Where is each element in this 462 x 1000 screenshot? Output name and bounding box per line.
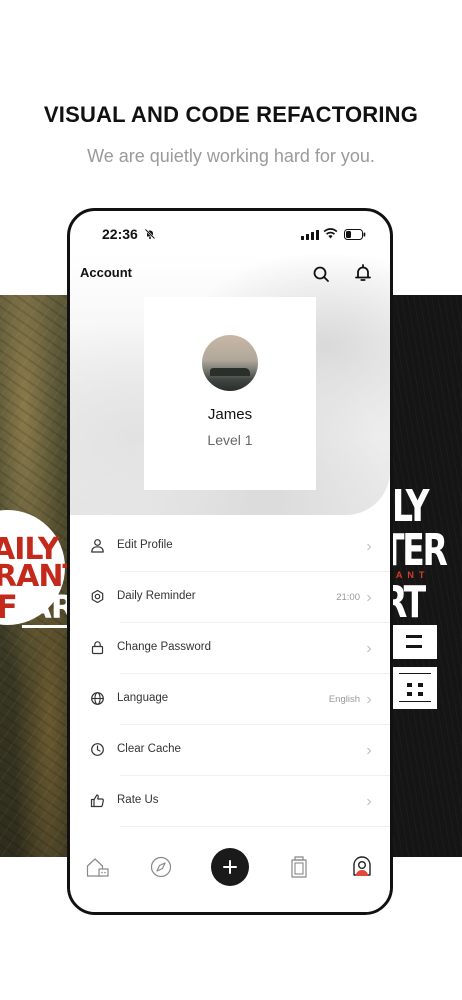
- settings-menu: Edit Profile Daily Reminder 21:00 Change…: [70, 521, 390, 827]
- right-poster-artwork: ILY TER TANT RT: [390, 295, 462, 857]
- menu-item-clear-cache[interactable]: Clear Cache: [70, 725, 390, 776]
- search-icon[interactable]: [310, 263, 332, 285]
- profile-card[interactable]: James Level 1: [144, 297, 316, 490]
- menu-item-label: Daily Reminder: [117, 590, 196, 602]
- bag-icon[interactable]: [286, 854, 312, 880]
- menu-item-edit-profile[interactable]: Edit Profile: [70, 521, 390, 572]
- menu-item-label: Edit Profile: [117, 539, 173, 551]
- menu-item-language[interactable]: Language English: [70, 674, 390, 725]
- home-icon[interactable]: [85, 854, 111, 880]
- user-name: James: [207, 406, 253, 423]
- user-icon: [91, 539, 104, 553]
- status-time: 22:36: [102, 226, 138, 242]
- chevron-right-icon: [367, 645, 372, 653]
- page-title: Account: [80, 265, 132, 280]
- phone-mockup: 22:36 Account James Level 1 Edit Profile…: [67, 208, 393, 915]
- promo-headline: VISUAL AND CODE REFACTORING: [43, 102, 419, 127]
- globe-icon: [91, 692, 104, 705]
- chevron-right-icon: [367, 798, 372, 806]
- app-store-screenshot: VISUAL AND CODE REFACTORING We are quiet…: [0, 0, 462, 1000]
- chevron-right-icon: [367, 696, 372, 704]
- battery-icon: [344, 229, 366, 240]
- avatar[interactable]: [202, 335, 258, 391]
- cellular-signal-icon: [301, 230, 319, 240]
- profile-icon[interactable]: [349, 854, 375, 880]
- clock-icon: [91, 743, 104, 756]
- chevron-right-icon: [367, 747, 372, 755]
- wifi-icon: [323, 228, 338, 239]
- menu-item-label: Clear Cache: [117, 743, 181, 755]
- poster-right-line2: TER: [390, 525, 448, 576]
- poster-left-line3-red: F: [0, 588, 18, 626]
- promo-subline: We are quietly working hard for you.: [87, 146, 375, 166]
- menu-item-value: English: [328, 694, 360, 705]
- plus-icon: [223, 860, 237, 874]
- bottom-tab-bar: [70, 832, 390, 912]
- menu-item-label: Rate Us: [117, 794, 159, 806]
- chevron-right-icon: [367, 594, 372, 602]
- status-bar: 22:36: [70, 211, 390, 255]
- chevron-right-icon: [367, 543, 372, 551]
- add-button[interactable]: [211, 848, 249, 886]
- reminder-icon: [91, 589, 104, 604]
- compass-icon[interactable]: [148, 854, 174, 880]
- notification-bell-icon[interactable]: [352, 262, 374, 284]
- poster-block-dots: [393, 667, 437, 709]
- profile-header: Account James Level 1: [70, 255, 390, 515]
- menu-item-label: Change Password: [117, 641, 211, 653]
- menu-item-daily-reminder[interactable]: Daily Reminder 21:00: [70, 572, 390, 623]
- menu-item-label: Language: [117, 692, 169, 704]
- menu-item-change-password[interactable]: Change Password: [70, 623, 390, 674]
- lock-icon: [91, 641, 104, 655]
- poster-right-line3: RT: [390, 577, 426, 628]
- bell-slash-icon: [144, 228, 156, 240]
- menu-item-rate-us[interactable]: Rate Us: [70, 776, 390, 827]
- poster-block-equals: [393, 625, 437, 659]
- thumbs-up-icon: [90, 794, 104, 808]
- menu-item-value: 21:00: [336, 592, 360, 603]
- poster-left-line3: F AR: [0, 588, 75, 626]
- user-level: Level 1: [207, 432, 253, 448]
